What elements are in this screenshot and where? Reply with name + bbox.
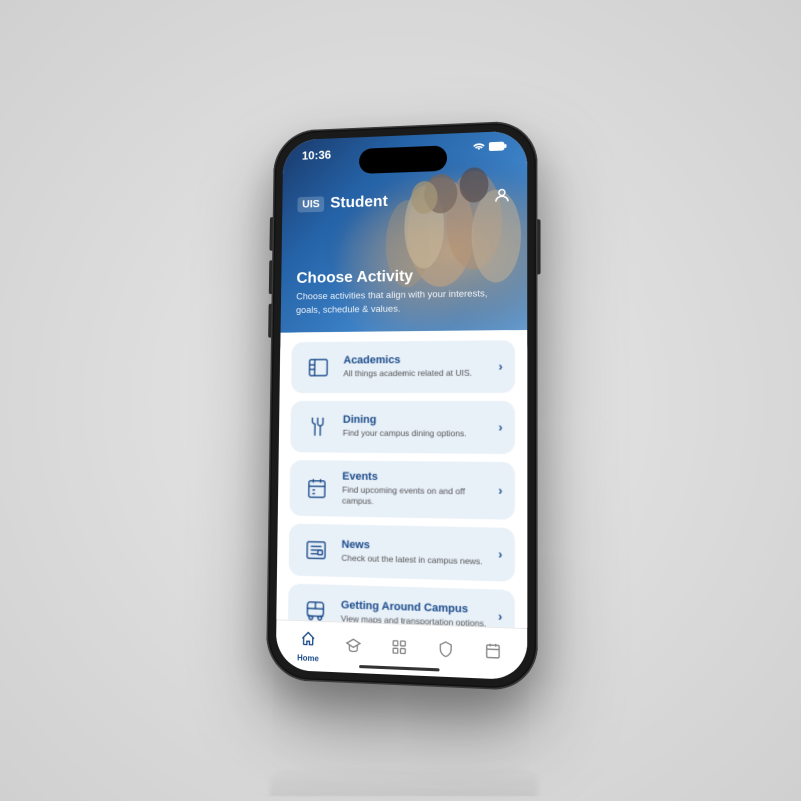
events-title: Events [342,470,488,484]
news-title: News [341,538,487,554]
hero-text: Choose Activity Choose activities that a… [295,266,510,317]
events-desc: Find upcoming events on and off campus. [341,484,487,509]
academics-title: Academics [343,354,488,367]
home-nav-label: Home [297,652,319,662]
hero-main-title: Choose Activity [296,266,511,288]
dining-desc: Find your campus dining options. [342,428,488,440]
nav-shield[interactable] [422,639,469,663]
dining-content: Dining Find your campus dining options. [342,414,488,440]
academics-content: Academics All things academic related at… [343,354,488,380]
news-arrow: › [498,547,502,562]
menu-item-dining[interactable]: Dining Find your campus dining options. … [290,401,515,454]
graduation-nav-icon [345,636,361,658]
content-area: Academics All things academic related at… [276,330,527,628]
bottom-nav: Home [275,619,526,680]
events-icon [301,472,332,504]
wifi-icon [472,141,484,154]
getting-around-arrow: › [498,609,502,624]
header-left: UIS Student [297,192,387,212]
news-icon [300,533,332,566]
news-desc: Check out the latest in campus news. [341,552,488,567]
nav-academics[interactable] [330,636,376,659]
menu-item-news[interactable]: News Check out the latest in campus news… [288,523,514,581]
events-arrow: › [498,483,502,497]
header-title: Student [330,192,388,211]
nav-home[interactable]: Home [285,629,330,663]
nav-apps[interactable] [376,638,422,661]
battery-icon [488,141,506,155]
home-nav-icon [300,629,316,651]
dynamic-island [358,145,446,174]
hero-subtitle: Choose activities that align with your i… [295,287,510,317]
phone-shell: 10:36 [265,120,537,691]
dining-title: Dining [342,414,487,426]
dining-icon [301,410,332,442]
news-content: News Check out the latest in campus news… [341,538,488,567]
academics-icon [302,351,333,383]
phone-reflection [270,765,537,796]
status-time: 10:36 [301,148,330,163]
academics-arrow: › [498,359,502,373]
nav-calendar[interactable] [469,641,517,665]
grid-nav-icon [391,638,407,660]
shield-nav-icon [437,640,453,662]
uis-logo: UIS [297,195,324,211]
academics-desc: All things academic related at UIS. [343,368,488,380]
scene: 10:36 [0,0,801,801]
calendar-nav-icon [484,642,501,665]
events-content: Events Find upcoming events on and off c… [341,470,487,509]
menu-item-academics[interactable]: Academics All things academic related at… [291,340,515,393]
status-icons [472,141,506,155]
dining-arrow: › [498,420,502,434]
phone-screen: 10:36 [275,130,527,680]
menu-item-events[interactable]: Events Find upcoming events on and off c… [289,460,514,520]
profile-icon[interactable] [492,186,510,209]
